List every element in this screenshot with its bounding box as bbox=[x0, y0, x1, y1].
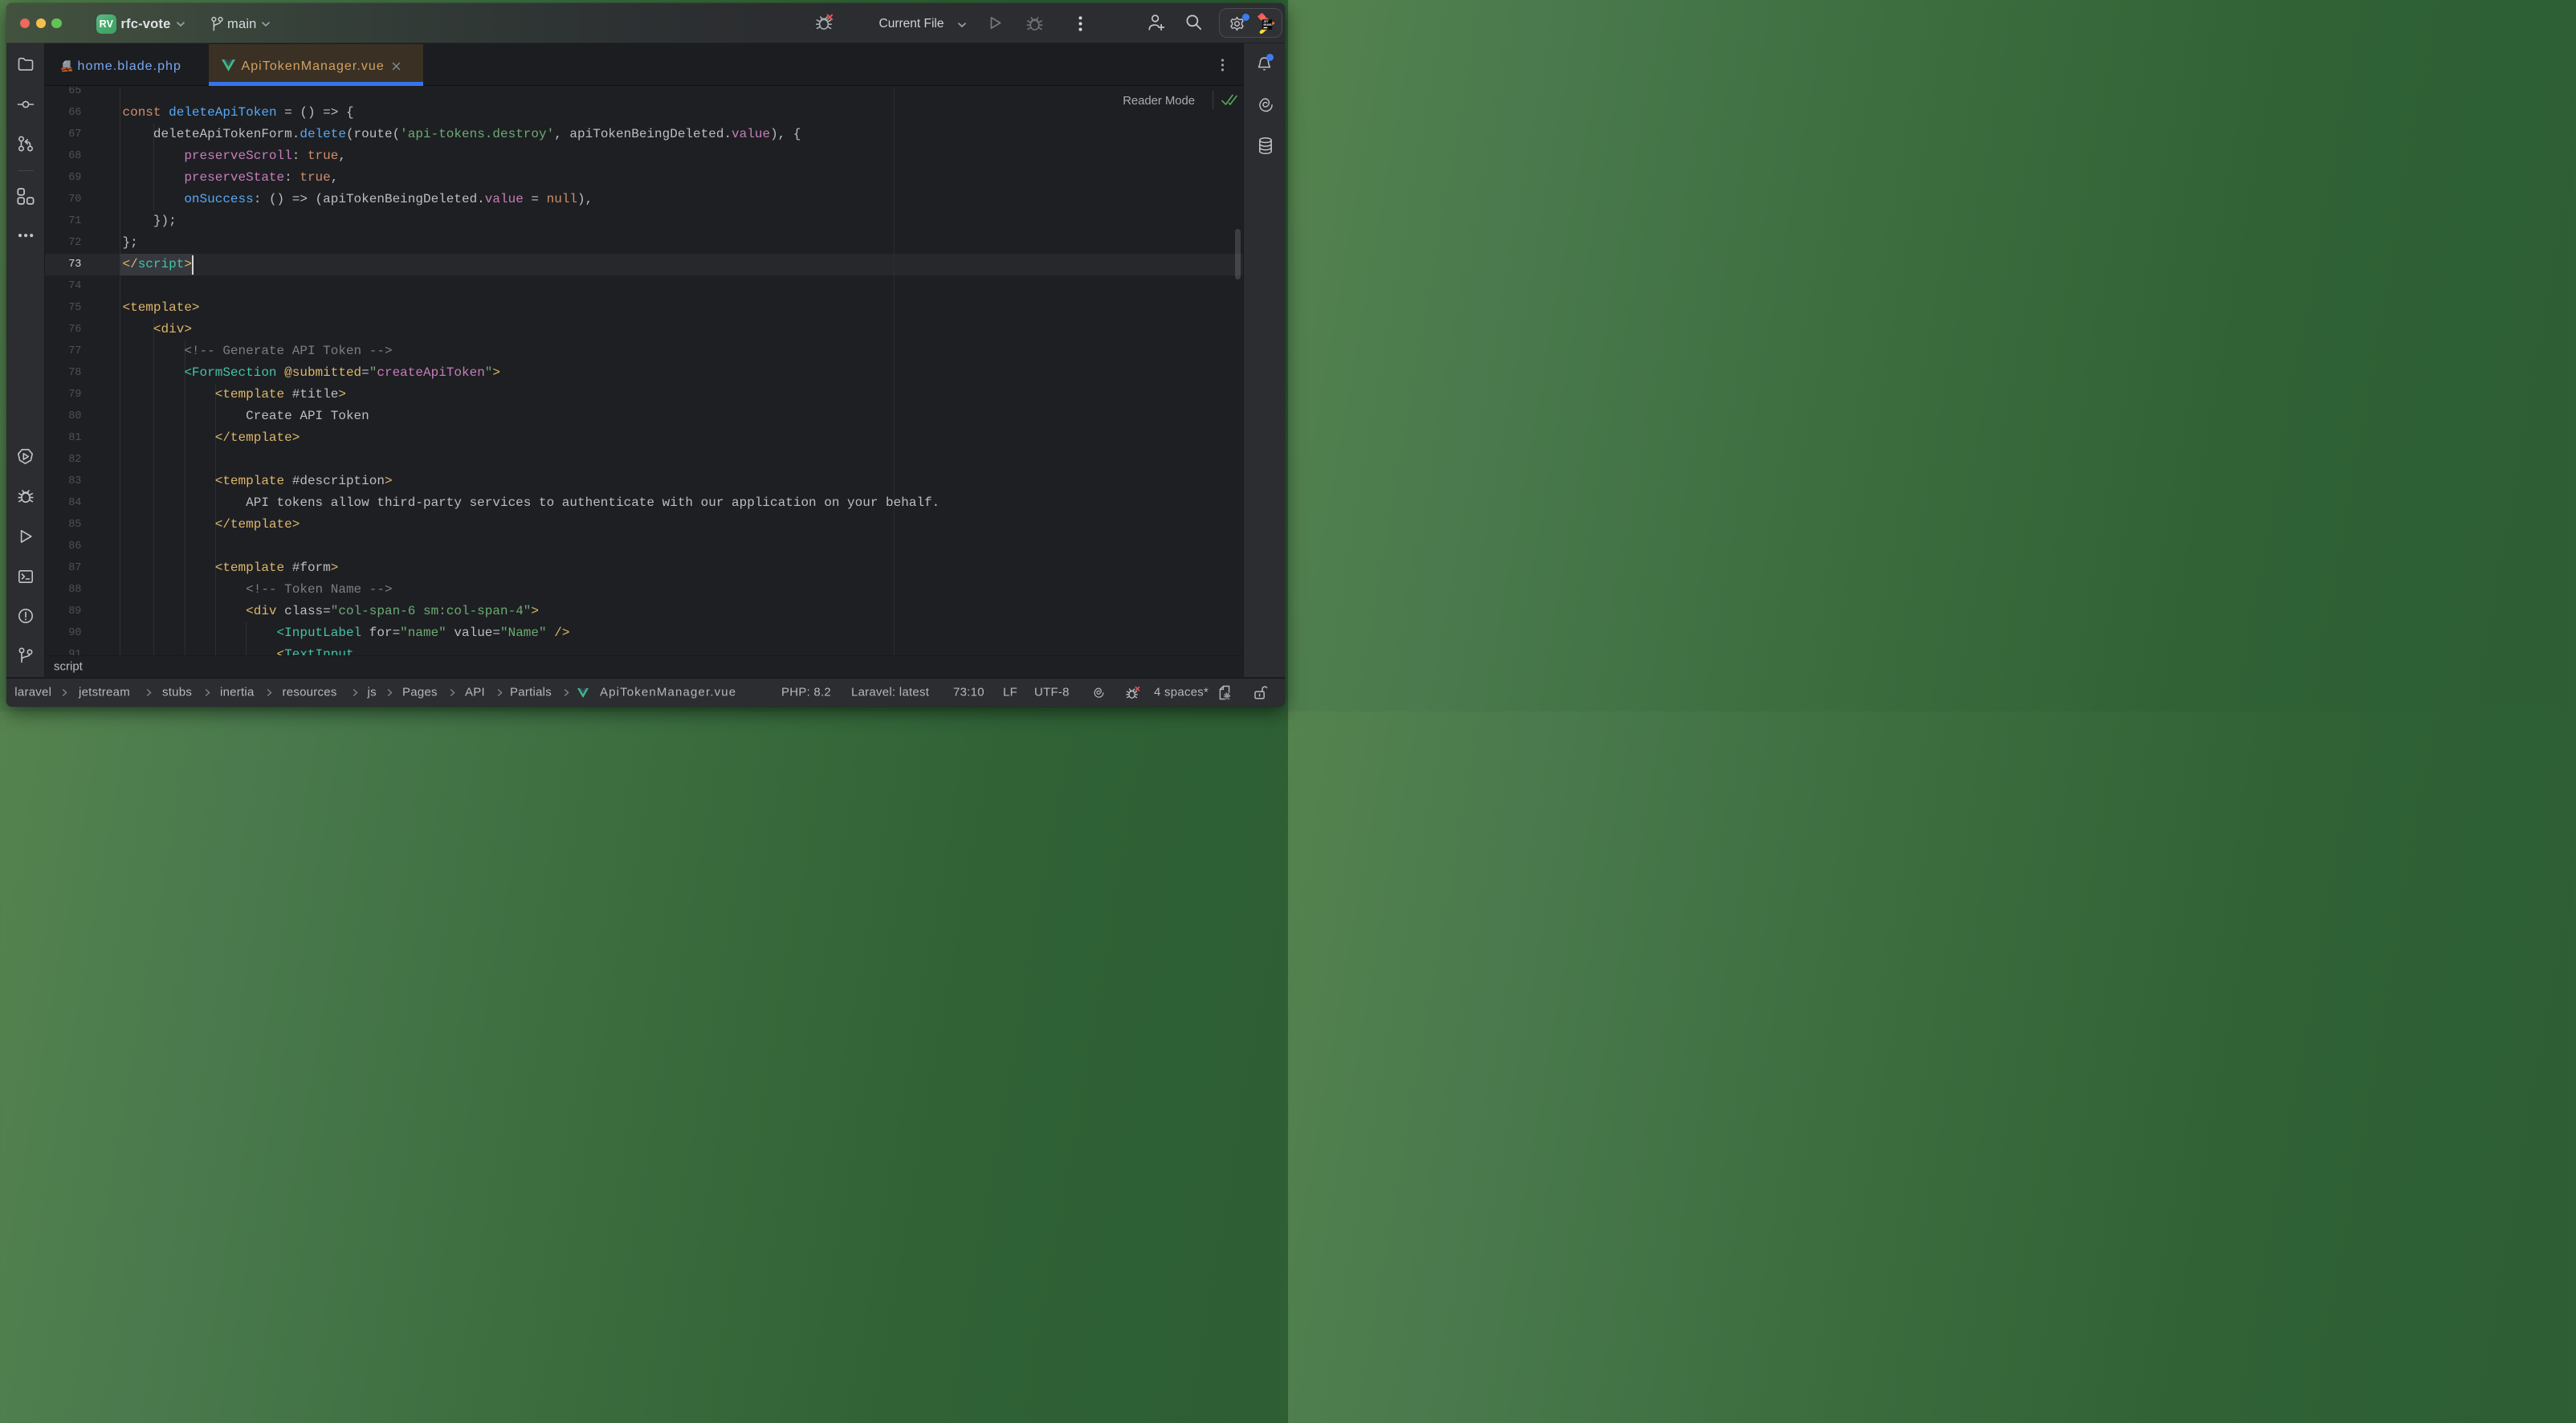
svg-text:BRAINS: BRAINS bbox=[1263, 23, 1271, 27]
